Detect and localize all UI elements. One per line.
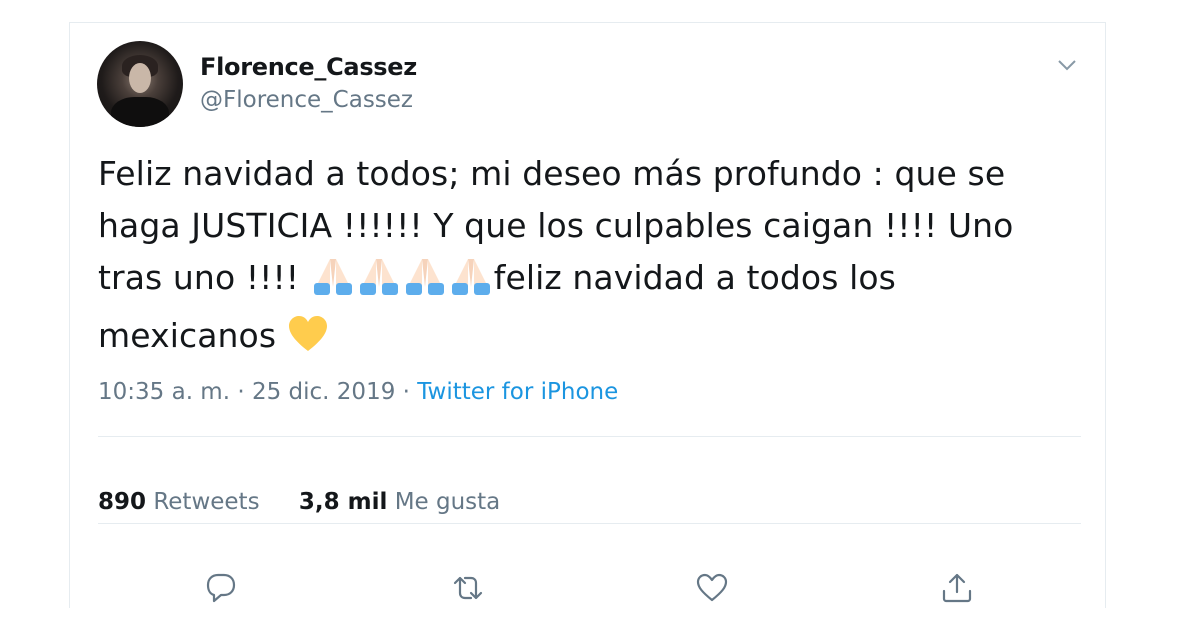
praying-hands-emoji [356,257,402,310]
tweet-text: Feliz navidad a todos; mi deseo más prof… [98,148,1078,368]
likes-stat[interactable]: 3,8 mil Me gusta [299,489,500,515]
retweets-label: Retweets [153,489,260,515]
tweet-text-line2: haga JUSTICIA !!!!!! Y que los culpables… [98,206,1014,245]
yellow-heart-emoji [287,315,329,368]
tweet-text-line4: mexicanos [98,316,287,355]
tweet-stats: 890 Retweets 3,8 mil Me gusta [98,489,532,515]
reply-icon[interactable] [204,571,238,605]
praying-hands-emoji [402,257,448,310]
meta-separator: · [395,379,418,405]
chevron-down-icon[interactable] [1055,53,1079,77]
tweet-card: Florence_Cassez @Florence_Cassez Feliz n… [69,22,1106,608]
tweet-source-link[interactable]: Twitter for iPhone [417,379,618,405]
divider [98,436,1081,437]
avatar-face [129,63,151,93]
share-icon[interactable] [940,571,974,605]
user-handle[interactable]: @Florence_Cassez [200,87,413,113]
retweets-count: 890 [98,489,147,515]
tweet-text-line3b: feliz navidad a todos los [493,258,896,297]
tweet-meta: 10:35 a. m. · 25 dic. 2019 · Twitter for… [98,379,618,405]
tweet-text-line1: Feliz navidad a todos; mi deseo más prof… [98,154,1006,193]
heart-icon[interactable] [695,571,729,605]
divider [98,523,1081,524]
likes-count: 3,8 mil [298,489,388,515]
praying-hands-emoji [448,257,494,310]
tweet-time[interactable]: 10:35 a. m. [98,379,230,405]
meta-separator: · [230,379,252,405]
tweet-text-line3a: tras uno !!!! [98,258,310,297]
tweet-date[interactable]: 25 dic. 2019 [252,379,395,405]
avatar[interactable] [97,41,183,127]
retweet-icon[interactable] [451,571,485,605]
avatar-body [111,97,169,127]
display-name[interactable]: Florence_Cassez [200,53,417,81]
retweets-stat[interactable]: 890 Retweets [98,489,260,515]
praying-hands-emoji [310,257,356,310]
likes-label: Me gusta [394,489,501,515]
